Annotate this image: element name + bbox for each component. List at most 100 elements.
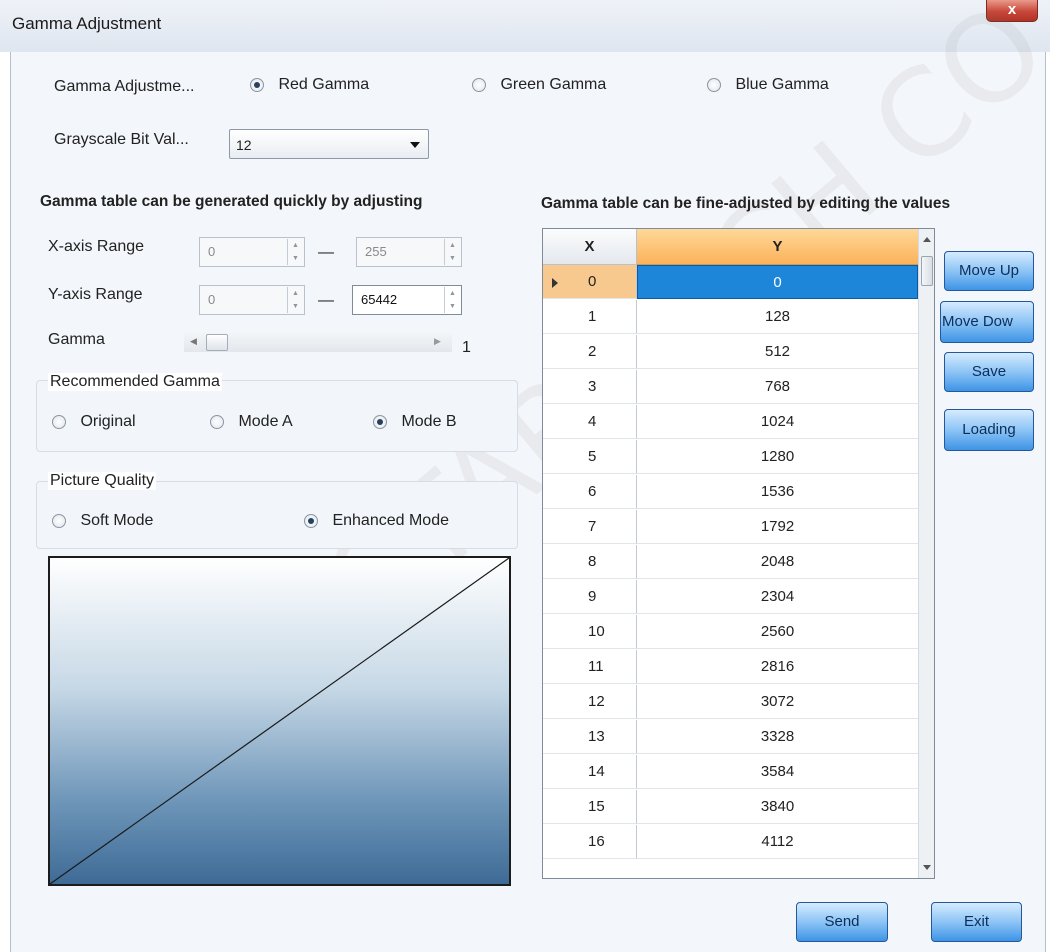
spin-buttons[interactable]: ▲ ▼ bbox=[287, 239, 303, 265]
radio-indicator bbox=[210, 414, 224, 429]
radio-original[interactable]: Original bbox=[52, 413, 136, 431]
column-header-x[interactable]: X bbox=[543, 229, 637, 265]
column-header-y[interactable]: Y bbox=[637, 229, 918, 265]
table-scrollbar[interactable] bbox=[918, 229, 934, 878]
spin-buttons[interactable]: ▲ ▼ bbox=[444, 287, 460, 313]
cell-x[interactable]: 13 bbox=[543, 720, 637, 754]
table-row[interactable]: 15 3840 bbox=[543, 790, 918, 824]
cell-x[interactable]: 4 bbox=[543, 405, 637, 439]
window-title: Gamma Adjustment bbox=[12, 14, 162, 33]
recommended-gamma-title: Recommended Gamma bbox=[48, 373, 222, 391]
x-axis-min-input[interactable]: 0 ▲ ▼ bbox=[199, 237, 305, 267]
title-bar: Gamma Adjustment x bbox=[0, 0, 1050, 52]
cell-y[interactable]: 3072 bbox=[637, 685, 918, 719]
cell-y[interactable]: 0 bbox=[637, 265, 918, 299]
cell-x[interactable]: 8 bbox=[543, 545, 637, 579]
radio-soft-mode[interactable]: Soft Mode bbox=[52, 512, 153, 530]
table-row[interactable]: 16 4112 bbox=[543, 825, 918, 859]
table-header: X Y bbox=[543, 229, 918, 265]
cell-y[interactable]: 2816 bbox=[637, 650, 918, 684]
table-row[interactable]: 00 bbox=[543, 265, 918, 299]
cell-x[interactable]: 5 bbox=[543, 440, 637, 474]
gamma-value: 1 bbox=[462, 339, 471, 356]
y-axis-max-input[interactable]: 65442 ▲ ▼ bbox=[352, 285, 462, 315]
cell-x[interactable]: 12 bbox=[543, 685, 637, 719]
table-row[interactable]: 13 3328 bbox=[543, 720, 918, 754]
table-row[interactable]: 11 2816 bbox=[543, 650, 918, 684]
table-row[interactable]: 14 3584 bbox=[543, 755, 918, 789]
move-down-button[interactable]: Move Dow bbox=[940, 301, 1034, 343]
table-row[interactable]: 10 2560 bbox=[543, 615, 918, 649]
radio-mode-b[interactable]: Mode B bbox=[373, 413, 457, 431]
cell-x[interactable]: 1 bbox=[543, 300, 637, 334]
spin-buttons[interactable]: ▲ ▼ bbox=[287, 287, 303, 313]
table-row[interactable]: 6 1536 bbox=[543, 475, 918, 509]
radio-indicator bbox=[304, 513, 318, 528]
x-axis-max-input[interactable]: 255 ▲ ▼ bbox=[356, 237, 462, 267]
cell-y[interactable]: 1280 bbox=[637, 440, 918, 474]
gamma-table[interactable]: X Y 0 0 1 128 2 512 3 768 4 1024 5 1280 6 1536 7 1792 8 2… bbox=[542, 228, 935, 879]
cell-x[interactable]: 2 bbox=[543, 335, 637, 369]
cell-x[interactable]: 11 bbox=[543, 650, 637, 684]
table-row[interactable]: 12 3072 bbox=[543, 685, 918, 719]
cell-y[interactable]: 2304 bbox=[637, 580, 918, 614]
exit-button[interactable]: Exit bbox=[931, 902, 1022, 942]
cell-x[interactable]: 9 bbox=[543, 580, 637, 614]
table-row[interactable]: 4 1024 bbox=[543, 405, 918, 439]
scroll-right-icon[interactable]: ▶ bbox=[434, 336, 441, 347]
cell-x[interactable]: 7 bbox=[543, 510, 637, 544]
close-button[interactable]: x bbox=[986, 0, 1038, 22]
gamma-curve-preview bbox=[48, 556, 511, 886]
cell-y[interactable]: 128 bbox=[637, 300, 918, 334]
cell-y[interactable]: 3840 bbox=[637, 790, 918, 824]
cell-x[interactable]: 14 bbox=[543, 755, 637, 789]
move-up-button[interactable]: Move Up bbox=[944, 251, 1034, 291]
scroll-left-icon[interactable]: ◀ bbox=[190, 336, 197, 347]
cell-x[interactable]: 6 bbox=[543, 475, 637, 509]
table-row[interactable]: 7 1792 bbox=[543, 510, 918, 544]
table-row[interactable]: 5 1280 bbox=[543, 440, 918, 474]
gamma-slider[interactable]: ◀ ▶ bbox=[184, 333, 452, 352]
scroll-up-icon[interactable] bbox=[923, 237, 931, 242]
table-row[interactable]: 3 768 bbox=[543, 370, 918, 404]
table-row[interactable]: 8 2048 bbox=[543, 545, 918, 579]
cell-y[interactable]: 2048 bbox=[637, 545, 918, 579]
cell-y[interactable]: 4112 bbox=[637, 825, 918, 859]
cell-x[interactable]: 15 bbox=[543, 790, 637, 824]
y-axis-min-input[interactable]: 0 ▲ ▼ bbox=[199, 285, 305, 315]
radio-indicator bbox=[52, 513, 66, 528]
cell-x[interactable]: 16 bbox=[543, 825, 637, 859]
radio-mode-a[interactable]: Mode A bbox=[210, 413, 293, 431]
scrollbar-thumb[interactable] bbox=[921, 256, 933, 286]
send-button[interactable]: Send bbox=[796, 902, 888, 942]
cell-x[interactable]: 10 bbox=[543, 615, 637, 649]
gamma-curve-line bbox=[50, 558, 509, 884]
cell-y[interactable]: 1024 bbox=[637, 405, 918, 439]
table-row[interactable]: 1 128 bbox=[543, 300, 918, 334]
gamma-slider-thumb[interactable] bbox=[206, 334, 228, 351]
cell-y[interactable]: 2560 bbox=[637, 615, 918, 649]
cell-y[interactable]: 1792 bbox=[637, 510, 918, 544]
radio-green-gamma[interactable]: Green Gamma bbox=[472, 76, 606, 94]
cell-y[interactable]: 3328 bbox=[637, 720, 918, 754]
table-row[interactable]: 9 2304 bbox=[543, 580, 918, 614]
radio-indicator bbox=[52, 414, 66, 429]
save-button[interactable]: Save bbox=[944, 352, 1034, 392]
cell-y[interactable]: 1536 bbox=[637, 475, 918, 509]
grayscale-select[interactable]: 12 bbox=[229, 129, 429, 159]
radio-blue-gamma[interactable]: Blue Gamma bbox=[707, 76, 829, 94]
cell-y[interactable]: 3584 bbox=[637, 755, 918, 789]
close-icon: x bbox=[1007, 1, 1017, 18]
grayscale-label: Grayscale Bit Val... bbox=[54, 131, 189, 148]
cell-x[interactable]: 3 bbox=[543, 370, 637, 404]
scroll-down-icon[interactable] bbox=[923, 865, 931, 870]
radio-enhanced-mode[interactable]: Enhanced Mode bbox=[304, 512, 449, 530]
cell-y[interactable]: 512 bbox=[637, 335, 918, 369]
spin-buttons[interactable]: ▲ ▼ bbox=[444, 239, 460, 265]
cell-y[interactable]: 768 bbox=[637, 370, 918, 404]
radio-indicator bbox=[250, 77, 264, 92]
right-heading: Gamma table can be fine-adjusted by edit… bbox=[541, 195, 951, 212]
radio-red-gamma[interactable]: Red Gamma bbox=[250, 76, 369, 94]
table-row[interactable]: 2 512 bbox=[543, 335, 918, 369]
loading-button[interactable]: Loading bbox=[944, 409, 1034, 451]
